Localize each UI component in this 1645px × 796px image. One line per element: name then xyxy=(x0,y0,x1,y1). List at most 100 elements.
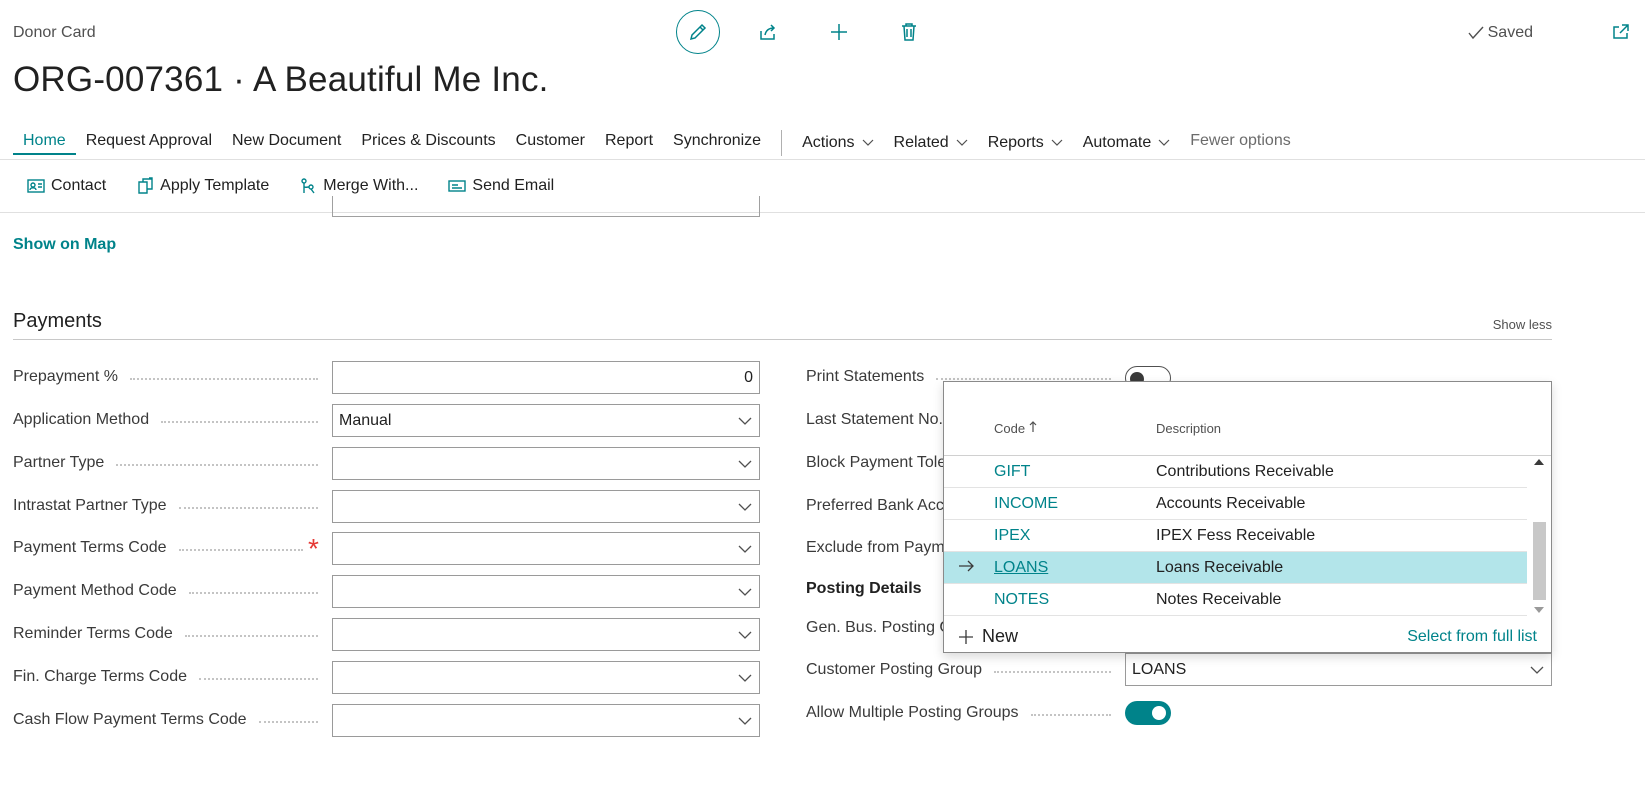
lookup-code: LOANS xyxy=(994,559,1049,576)
sort-ascending-icon xyxy=(1029,421,1037,432)
prepayment-field[interactable]: 0 xyxy=(332,361,760,394)
merge-with-button[interactable]: Merge With... xyxy=(299,177,418,195)
leader-dots xyxy=(1030,714,1111,716)
open-new-window-icon xyxy=(1613,24,1629,39)
partner-type-select[interactable] xyxy=(332,447,760,480)
last-statement-no-label: Last Statement No. xyxy=(806,411,943,428)
tab-customer[interactable]: Customer xyxy=(506,131,595,155)
tab-request-approval[interactable]: Request Approval xyxy=(76,131,222,155)
lookup-code: INCOME xyxy=(994,495,1058,512)
apply-template-label: Apply Template xyxy=(160,177,270,194)
select-from-full-list-link[interactable]: Select from full list xyxy=(1407,628,1537,646)
lookup-row-selected[interactable]: LOANS Loans Receivable xyxy=(944,552,1528,584)
contact-button[interactable]: Contact xyxy=(27,177,106,195)
preferred-bank-account-label: Preferred Bank Acco xyxy=(806,497,953,514)
customer-posting-group-label-text: Customer Posting Group xyxy=(806,661,983,678)
payment-terms-code-select[interactable] xyxy=(332,532,760,565)
cash-flow-payment-terms-label: Cash Flow Payment Terms Code xyxy=(13,711,318,729)
plus-icon xyxy=(831,24,847,40)
chevron-down-icon xyxy=(1051,139,1063,146)
lookup-scrollbar[interactable] xyxy=(1527,456,1551,616)
application-method-select[interactable]: Manual xyxy=(332,404,760,437)
payment-method-code-label: Payment Method Code xyxy=(13,582,318,600)
page-caption: Donor Card xyxy=(13,24,96,41)
open-new-window-button[interactable] xyxy=(1611,22,1631,47)
application-method-label-text: Application Method xyxy=(13,411,150,428)
application-method-value: Manual xyxy=(339,411,392,429)
trash-icon xyxy=(902,23,916,41)
show-less-link[interactable]: Show less xyxy=(1493,317,1552,332)
lookup-row[interactable]: NOTES Notes Receivable xyxy=(944,584,1528,616)
prepayment-value: 0 xyxy=(744,368,753,386)
prepayment-label: Prepayment % xyxy=(13,368,318,386)
saved-label: Saved xyxy=(1487,24,1533,41)
tab-synchronize[interactable]: Synchronize xyxy=(663,131,771,155)
fin-charge-terms-code-select[interactable] xyxy=(332,661,760,694)
new-entry-button[interactable]: New xyxy=(958,626,1018,647)
scrollbar-thumb[interactable] xyxy=(1533,522,1546,600)
leader-dots xyxy=(936,378,1111,380)
reminder-terms-code-select[interactable] xyxy=(332,618,760,651)
intrastat-partner-type-select[interactable] xyxy=(332,490,760,523)
chevron-down-icon xyxy=(738,545,752,553)
apply-template-button[interactable]: Apply Template xyxy=(136,177,269,195)
description-column-header[interactable]: Description xyxy=(1156,421,1221,436)
intrastat-partner-type-label: Intrastat Partner Type xyxy=(13,497,318,515)
prepayment-label-text: Prepayment % xyxy=(13,368,118,385)
chevron-down-icon xyxy=(738,717,752,725)
edit-button[interactable] xyxy=(676,10,720,54)
menu-actions-label: Actions xyxy=(802,134,855,151)
payment-terms-code-label: Payment Terms Code xyxy=(13,539,303,557)
lookup-code: NOTES xyxy=(994,591,1050,608)
section-divider xyxy=(13,339,1552,340)
address-field-partial[interactable] xyxy=(332,196,760,217)
apply-template-icon xyxy=(138,177,153,194)
tab-report[interactable]: Report xyxy=(595,131,663,155)
lookup-code: GIFT xyxy=(994,463,1031,480)
chevron-down-icon xyxy=(956,139,968,146)
code-column-header[interactable]: Code xyxy=(994,421,1037,436)
new-record-button[interactable] xyxy=(817,10,861,54)
required-indicator: * xyxy=(308,533,319,564)
allow-multiple-posting-groups-label-text: Allow Multiple Posting Groups xyxy=(806,704,1019,721)
leader-dots xyxy=(161,421,318,423)
exclude-from-payment-label: Exclude from Payme xyxy=(806,539,954,556)
share-button[interactable] xyxy=(746,10,790,54)
toggle-knob xyxy=(1152,706,1166,720)
payment-method-code-select[interactable] xyxy=(332,575,760,608)
show-on-map-link[interactable]: Show on Map xyxy=(13,236,116,254)
lookup-row[interactable]: GIFT Contributions Receivable xyxy=(944,456,1528,488)
send-email-button[interactable]: Send Email xyxy=(448,177,554,195)
contact-card-icon xyxy=(27,179,45,193)
new-entry-label: New xyxy=(982,626,1019,646)
intrastat-partner-type-label-text: Intrastat Partner Type xyxy=(13,497,167,514)
tab-prices-discounts[interactable]: Prices & Discounts xyxy=(351,131,505,155)
menu-actions[interactable]: Actions xyxy=(792,131,883,155)
menu-related[interactable]: Related xyxy=(884,131,978,155)
chevron-down-icon xyxy=(738,631,752,639)
menu-reports[interactable]: Reports xyxy=(978,131,1073,155)
lookup-description: Accounts Receivable xyxy=(1156,495,1306,512)
customer-posting-group-field[interactable]: LOANS xyxy=(1125,653,1552,686)
fewer-options-button[interactable]: Fewer options xyxy=(1180,131,1301,155)
leader-dots xyxy=(129,378,318,380)
partner-type-label: Partner Type xyxy=(13,454,318,472)
scroll-up-icon[interactable] xyxy=(1533,458,1545,466)
cash-flow-payment-terms-select[interactable] xyxy=(332,704,760,737)
partner-type-label-text: Partner Type xyxy=(13,454,105,471)
menu-automate[interactable]: Automate xyxy=(1073,131,1180,155)
lookup-row[interactable]: INCOME Accounts Receivable xyxy=(944,488,1528,520)
lookup-description: Notes Receivable xyxy=(1156,591,1282,608)
section-title: Payments xyxy=(13,310,102,332)
leader-dots xyxy=(199,678,318,680)
scroll-down-icon[interactable] xyxy=(1533,606,1545,614)
tab-home[interactable]: Home xyxy=(13,131,76,155)
chevron-down-icon xyxy=(738,674,752,682)
lookup-row[interactable]: IPEX IPEX Fess Receivable xyxy=(944,520,1528,552)
lookup-code: IPEX xyxy=(994,527,1031,544)
allow-multiple-posting-groups-toggle[interactable] xyxy=(1125,701,1171,725)
merge-with-label: Merge With... xyxy=(323,177,419,194)
tab-new-document[interactable]: New Document xyxy=(222,131,351,155)
posting-group-lookup: Code Description GIFT Contributions Rece… xyxy=(943,381,1552,653)
delete-button[interactable] xyxy=(887,10,931,54)
